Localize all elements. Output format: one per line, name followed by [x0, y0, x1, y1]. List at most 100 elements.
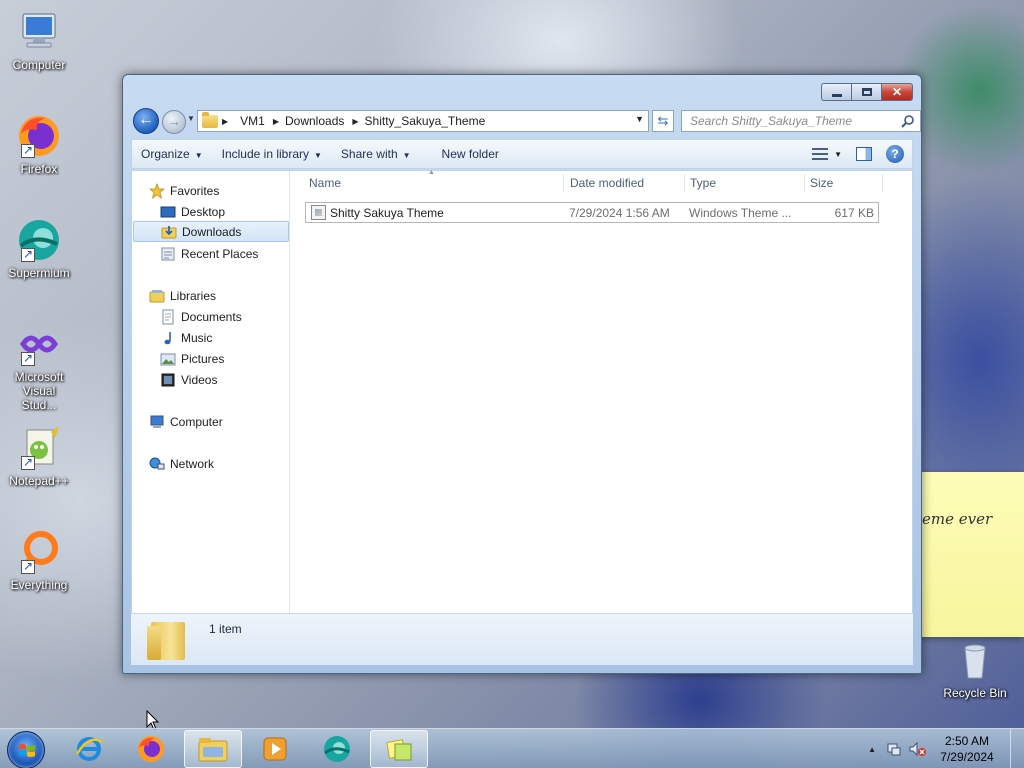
pictures-icon — [160, 351, 176, 367]
file-date-modified: 7/29/2024 1:56 AM — [569, 206, 670, 220]
navigation-pane[interactable]: Favorites Desktop Downloads Recent Place… — [132, 171, 290, 613]
breadcrumb-current-folder[interactable]: Shitty_Sakuya_Theme — [365, 114, 486, 128]
desktop-icon-label: Firefox — [20, 162, 58, 176]
nav-desktop[interactable]: Desktop — [160, 201, 225, 222]
nav-favorites[interactable]: Favorites — [149, 180, 219, 201]
desktop-icon-label: Recycle Bin — [943, 686, 1007, 700]
desktop-icon-everything[interactable]: Everything — [4, 528, 74, 592]
taskbar-sticky-notes[interactable] — [370, 730, 428, 768]
sticky-note-text: eme ever — [922, 510, 993, 528]
taskbar-media-player[interactable] — [246, 730, 304, 768]
desktop-icon-recycle-bin[interactable]: Recycle Bin — [940, 636, 1010, 700]
desktop-icon-computer[interactable]: Computer — [4, 8, 74, 72]
share-with-button[interactable]: Share with ▼ — [332, 147, 421, 161]
breadcrumb-separator-icon[interactable]: ▶ — [273, 117, 279, 126]
clock-time: 2:50 AM — [944, 734, 990, 748]
content-area: Favorites Desktop Downloads Recent Place… — [131, 169, 913, 614]
column-header-type[interactable]: Type — [690, 176, 716, 190]
include-in-library-label: Include in library — [221, 147, 309, 161]
recent-places-icon — [160, 246, 176, 262]
taskbar-firefox[interactable] — [122, 730, 180, 768]
desktop-icon-label: Everything — [10, 578, 68, 592]
action-center-icon[interactable] — [886, 741, 902, 757]
include-in-library-button[interactable]: Include in library ▼ — [213, 147, 332, 161]
show-hidden-icons-icon[interactable]: ▲ — [868, 745, 876, 754]
column-divider[interactable] — [882, 174, 883, 192]
desktop-icon-label: Notepad++ — [9, 474, 69, 488]
breadcrumb-label: VM1 — [240, 114, 265, 128]
recent-pages-dropdown-icon[interactable]: ▼ — [187, 114, 195, 123]
file-list[interactable]: ▲ Name Date modified Type Size Shitty Sa… — [291, 169, 912, 613]
desktop-icon-visual-studio[interactable]: Microsoft Visual Stud... — [4, 320, 74, 412]
nav-music[interactable]: Music — [160, 327, 212, 348]
breadcrumb-vm1[interactable]: VM1 — [240, 114, 265, 128]
internet-explorer-icon — [75, 737, 103, 761]
everything-icon — [15, 528, 63, 576]
explorer-window[interactable]: ✕ ← → ▼ ▶ VM1 ▶ Downloads ▶ Shitty_Sakuy… — [122, 74, 922, 674]
taskbar-internet-explorer[interactable] — [60, 730, 118, 768]
column-header-date-modified[interactable]: Date modified — [570, 176, 644, 190]
recycle-bin-icon — [951, 636, 999, 684]
sticky-notes-icon — [386, 739, 412, 761]
libraries-icon — [149, 288, 165, 304]
system-clock[interactable]: 2:50 AM 7/29/2024 — [930, 733, 1004, 765]
downloads-folder-icon — [161, 224, 177, 240]
address-row: ← → ▼ ▶ VM1 ▶ Downloads ▶ Shitty_Sakuya_… — [131, 108, 921, 134]
column-divider[interactable] — [563, 174, 564, 192]
sticky-note[interactable]: eme ever — [921, 472, 1024, 637]
start-button[interactable] — [7, 731, 45, 768]
new-folder-label: New folder — [441, 147, 499, 161]
search-input[interactable]: Search Shitty_Sakuya_Theme — [681, 110, 921, 132]
nav-downloads[interactable]: Downloads — [133, 221, 289, 242]
change-view-button[interactable]: ▼ — [812, 148, 842, 160]
column-header-name[interactable]: Name — [309, 176, 341, 190]
item-count: 1 item — [209, 622, 242, 636]
help-button[interactable]: ? — [886, 145, 904, 163]
nav-recent-places[interactable]: Recent Places — [160, 243, 258, 264]
volume-muted-icon[interactable] — [908, 741, 926, 757]
organize-button[interactable]: Organize ▼ — [132, 147, 213, 161]
column-divider[interactable] — [684, 174, 685, 192]
show-desktop-button[interactable] — [1010, 729, 1024, 768]
address-dropdown-icon[interactable]: ▼ — [635, 114, 644, 124]
music-icon — [160, 330, 176, 346]
firefox-icon — [138, 736, 164, 762]
new-folder-button[interactable]: New folder — [433, 147, 509, 161]
column-divider[interactable] — [804, 174, 805, 192]
shortcut-arrow-icon — [21, 559, 35, 574]
close-button[interactable]: ✕ — [881, 83, 913, 101]
breadcrumb-separator-icon[interactable]: ▶ — [222, 117, 228, 126]
nav-videos[interactable]: Videos — [160, 369, 217, 390]
clock-date: 7/29/2024 — [940, 750, 994, 764]
refresh-button[interactable]: ⇆ — [652, 110, 674, 132]
search-icon[interactable] — [901, 114, 915, 128]
folder-icon — [147, 622, 185, 660]
nav-label: Desktop — [181, 204, 226, 219]
desktop-icon-notepadpp[interactable]: Notepad++ — [4, 424, 74, 488]
nav-documents[interactable]: Documents — [160, 306, 242, 327]
maximize-button[interactable] — [851, 83, 881, 101]
column-header-size[interactable]: Size — [810, 176, 833, 190]
nav-label: Favorites — [170, 183, 220, 198]
nav-network[interactable]: Network — [149, 453, 214, 474]
taskbar-supermium[interactable] — [308, 730, 366, 768]
preview-pane-button[interactable] — [856, 147, 872, 161]
minimize-button[interactable] — [821, 83, 851, 101]
file-row[interactable]: Shitty Sakuya Theme 7/29/2024 1:56 AM Wi… — [305, 202, 879, 223]
desktop-icon-firefox[interactable]: Firefox — [4, 112, 74, 176]
address-bar[interactable]: ▶ VM1 ▶ Downloads ▶ Shitty_Sakuya_Theme … — [197, 110, 649, 132]
desktop-icon-supermium[interactable]: Supermium — [4, 216, 74, 280]
back-button[interactable]: ← — [133, 108, 159, 134]
nav-pictures[interactable]: Pictures — [160, 348, 224, 369]
breadcrumb-downloads[interactable]: Downloads — [285, 114, 344, 128]
forward-button[interactable]: → — [162, 110, 186, 134]
chevron-down-icon: ▼ — [402, 151, 411, 160]
forward-arrow-icon: → — [167, 113, 181, 129]
taskbar-windows-explorer[interactable] — [184, 730, 242, 768]
nav-computer[interactable]: Computer — [149, 411, 223, 432]
breadcrumb-separator-icon[interactable]: ▶ — [352, 117, 358, 126]
file-name: Shitty Sakuya Theme — [330, 206, 444, 220]
nav-label: Pictures — [181, 351, 225, 366]
command-bar: Organize ▼ Include in library ▼ Share with… — [131, 139, 913, 169]
nav-libraries[interactable]: Libraries — [149, 285, 216, 306]
